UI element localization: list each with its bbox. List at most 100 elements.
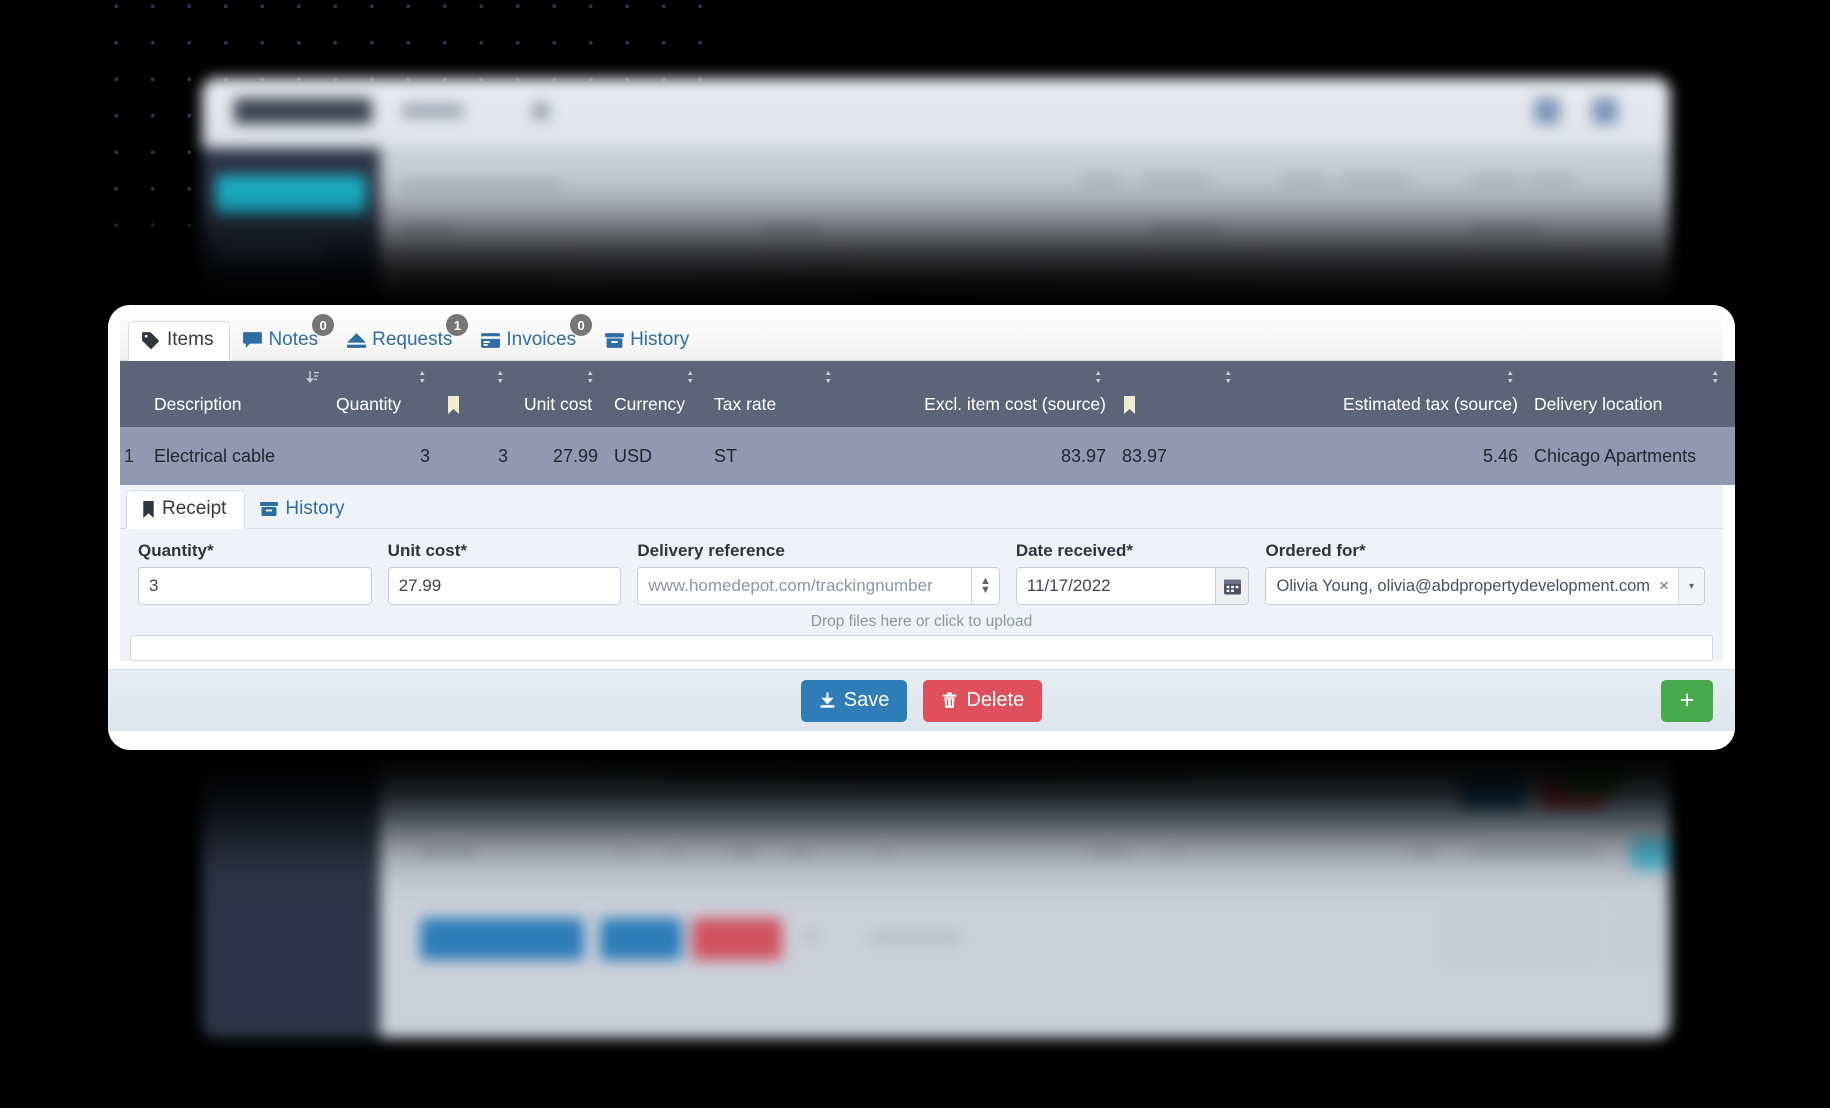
flag-icon bbox=[141, 500, 156, 519]
item-detail-card: Items Notes 0 Requests 1 Invoices 0 Hist… bbox=[108, 305, 1735, 750]
unit-cost-label: Unit cost* bbox=[387, 541, 468, 560]
chevron-down-icon[interactable]: ▾ bbox=[1677, 568, 1704, 604]
file-dropzone[interactable] bbox=[130, 635, 1713, 661]
sort-desc-icon[interactable] bbox=[306, 369, 320, 385]
tab-label: History bbox=[630, 329, 690, 350]
background-topbar bbox=[202, 78, 1670, 148]
trash-icon bbox=[941, 692, 958, 709]
col-currency[interactable]: Currency bbox=[606, 361, 706, 427]
sort-icon[interactable] bbox=[1095, 369, 1106, 385]
receipt-subtab-bar: Receipt History bbox=[120, 485, 1723, 529]
tab-badge-invoices: 0 bbox=[570, 314, 593, 336]
cell-tax-rate: ST bbox=[706, 427, 844, 485]
tab-notes[interactable]: Notes 0 bbox=[230, 314, 335, 360]
cell-actions bbox=[1731, 427, 1735, 485]
background-topbar-text bbox=[402, 104, 464, 118]
background-topbar-icon-1 bbox=[1534, 98, 1560, 124]
flag-icon bbox=[1122, 395, 1236, 415]
save-button[interactable]: Save bbox=[800, 679, 908, 722]
cell-currency: USD bbox=[606, 427, 706, 485]
field-group-quantity: Quantity* bbox=[130, 541, 380, 605]
col-index bbox=[120, 361, 146, 427]
receipt-subpanel: Receipt History Quantity* Unit cost* Del… bbox=[120, 485, 1723, 661]
tab-label: Requests bbox=[372, 329, 453, 350]
card-footer: Save Delete + bbox=[108, 669, 1735, 731]
sort-icon[interactable] bbox=[1225, 369, 1236, 385]
table-row[interactable]: 1 Electrical cable 3 3 27.99 USD ST 83.9… bbox=[120, 427, 1735, 485]
col-quantity[interactable]: Quantity bbox=[328, 361, 438, 427]
quantity-input[interactable] bbox=[138, 567, 372, 605]
delivery-reference-input[interactable] bbox=[637, 567, 973, 605]
col-tax-rate[interactable]: Tax rate bbox=[706, 361, 844, 427]
comment-icon bbox=[242, 331, 263, 350]
col-cost-flag[interactable] bbox=[1114, 361, 1244, 427]
sort-icon[interactable] bbox=[687, 369, 698, 385]
tab-label: Notes bbox=[268, 329, 319, 350]
col-actions bbox=[1731, 361, 1735, 427]
tab-invoices[interactable]: Invoices 0 bbox=[468, 314, 593, 360]
clear-icon[interactable]: × bbox=[1650, 576, 1678, 596]
calendar-icon[interactable] bbox=[1215, 567, 1250, 605]
subtab-label: Receipt bbox=[162, 498, 227, 519]
cell-cost-flag: 83.97 bbox=[1114, 427, 1244, 485]
archive-icon bbox=[259, 500, 279, 518]
col-estimated-tax[interactable]: Estimated tax (source) bbox=[1244, 361, 1526, 427]
cell-estimated-tax: 5.46 bbox=[1244, 427, 1526, 485]
items-table: Description Quantity Unit cost Currency … bbox=[120, 361, 1735, 485]
quantity-label: Quantity* bbox=[138, 541, 214, 560]
col-label: Description bbox=[154, 394, 242, 414]
background-sidebar-primary-button bbox=[216, 176, 366, 214]
tab-requests[interactable]: Requests 1 bbox=[334, 314, 469, 360]
cell-quantity: 3 bbox=[328, 427, 438, 485]
field-group-delivery-reference: Delivery reference ▲ ▼ bbox=[629, 541, 1007, 605]
col-label: Estimated tax (source) bbox=[1342, 394, 1518, 414]
date-received-label: Date received* bbox=[1015, 541, 1133, 560]
col-label: Delivery location bbox=[1534, 394, 1663, 414]
col-label: Quantity bbox=[336, 394, 402, 414]
ordered-for-value: Olivia Young, olivia@abdpropertydevelopm… bbox=[1276, 576, 1651, 595]
cell-description: Electrical cable bbox=[146, 427, 328, 485]
items-table-header: Description Quantity Unit cost Currency … bbox=[120, 361, 1735, 427]
main-tab-bar: Items Notes 0 Requests 1 Invoices 0 Hist… bbox=[120, 314, 1723, 361]
col-delivery-location[interactable]: Delivery location bbox=[1526, 361, 1731, 427]
tab-label: Items bbox=[167, 329, 214, 350]
col-unit-cost[interactable]: Unit cost bbox=[516, 361, 606, 427]
dropzone-label: Drop files here or click to upload bbox=[120, 611, 1723, 635]
subtab-history[interactable]: History bbox=[245, 491, 362, 528]
sort-icon[interactable] bbox=[419, 369, 430, 385]
add-item-button[interactable]: + bbox=[1661, 679, 1713, 722]
sort-icon[interactable] bbox=[587, 369, 598, 385]
col-label: Excl. item cost (source) bbox=[924, 394, 1106, 414]
date-received-wrap bbox=[1015, 567, 1250, 605]
tab-items[interactable]: Items bbox=[128, 321, 231, 361]
sort-icon[interactable] bbox=[825, 369, 836, 385]
delivery-reference-stepper[interactable]: ▲ ▼ bbox=[972, 567, 1000, 605]
col-description[interactable]: Description bbox=[146, 361, 328, 427]
cell-unit-cost: 27.99 bbox=[516, 427, 606, 485]
col-excl-item-cost[interactable]: Excl. item cost (source) bbox=[844, 361, 1114, 427]
tab-badge-requests: 1 bbox=[446, 314, 469, 336]
sort-icon[interactable] bbox=[1712, 369, 1723, 385]
tab-history[interactable]: History bbox=[592, 322, 705, 360]
col-label: Unit cost bbox=[524, 394, 593, 414]
field-group-ordered-for: Ordered for* Olivia Young, olivia@abdpro… bbox=[1257, 541, 1713, 605]
date-received-input[interactable] bbox=[1015, 567, 1216, 605]
sort-icon[interactable] bbox=[1507, 369, 1518, 385]
field-group-unit-cost: Unit cost* bbox=[380, 541, 630, 605]
chevron-down-icon: ▼ bbox=[980, 584, 991, 596]
delivery-reference-wrap: ▲ ▼ bbox=[637, 567, 1000, 605]
upload-icon bbox=[346, 331, 367, 350]
delete-button[interactable]: Delete bbox=[923, 679, 1043, 722]
flag-icon bbox=[446, 395, 508, 415]
receipt-form: Quantity* Unit cost* Delivery reference … bbox=[120, 529, 1723, 611]
cell-excl-item-cost: 83.97 bbox=[844, 427, 1114, 485]
ordered-for-select[interactable]: Olivia Young, olivia@abdpropertydevelopm… bbox=[1265, 567, 1705, 605]
col-label: Currency bbox=[614, 394, 685, 414]
ordered-for-label: Ordered for* bbox=[1265, 541, 1366, 560]
row-index: 1 bbox=[120, 427, 146, 485]
col-quantity-flag[interactable] bbox=[438, 361, 516, 427]
background-logo bbox=[234, 98, 372, 124]
unit-cost-input[interactable] bbox=[387, 567, 622, 605]
subtab-receipt[interactable]: Receipt bbox=[126, 490, 246, 529]
sort-icon[interactable] bbox=[497, 369, 508, 385]
